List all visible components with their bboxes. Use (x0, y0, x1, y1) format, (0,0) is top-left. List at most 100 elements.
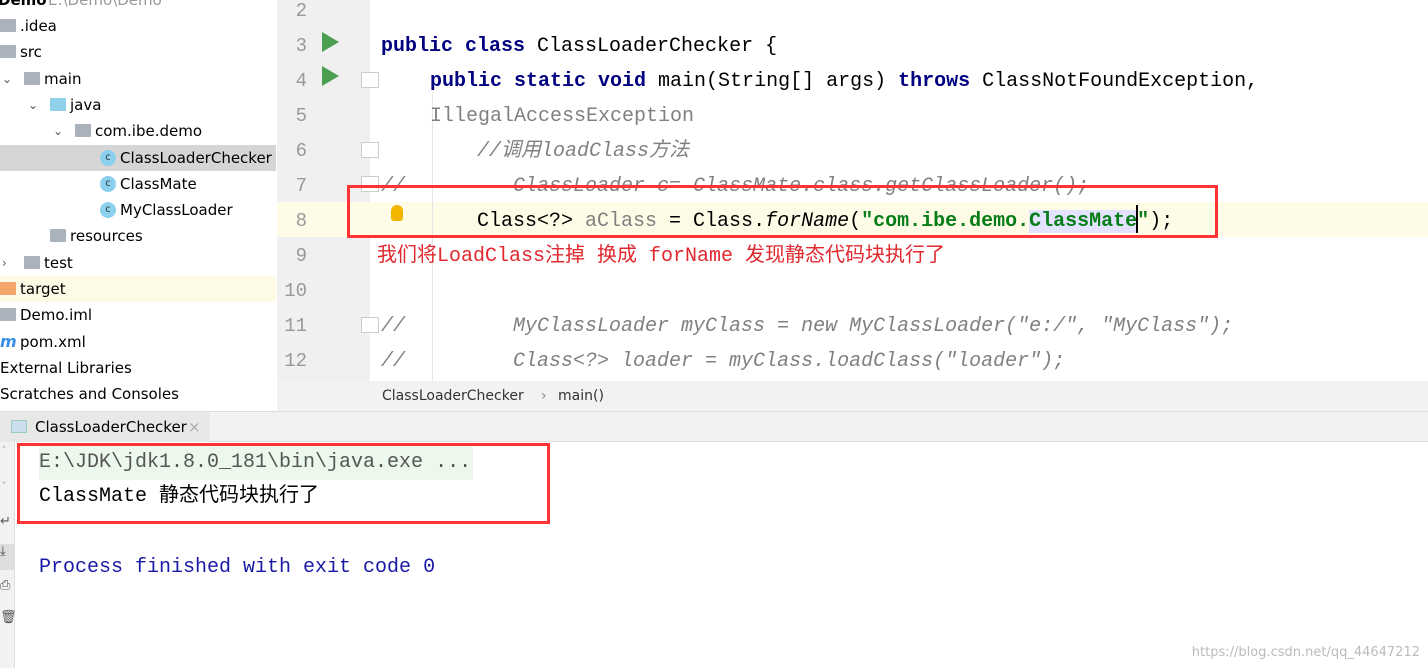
tree-item[interactable]: resources (0, 223, 276, 249)
console-toolbar: ˄ ˅ ↵ ⤓ ⎙ 🗑 (0, 442, 17, 668)
class-icon: c (100, 202, 116, 219)
line-number: 11 (284, 315, 307, 337)
tree-item[interactable]: Scratches and Consoles (0, 381, 276, 407)
down-icon[interactable]: ˅ (1, 480, 7, 493)
tree-item[interactable]: src (0, 39, 276, 65)
line-number: 12 (284, 350, 307, 372)
tree-item-label: ClassMate (120, 174, 197, 193)
chevron-down-icon[interactable]: ⌄ (28, 92, 38, 118)
code-line[interactable]: public class ClassLoaderChecker { (381, 29, 1424, 64)
code-token: main(String[] args) (658, 70, 899, 93)
tree-item-label: main (44, 69, 82, 88)
tree-item[interactable]: ⌄ main (0, 66, 276, 92)
folder-icon (0, 45, 16, 59)
breadcrumb-method[interactable]: main() (558, 381, 604, 411)
trash-icon[interactable]: 🗑 (0, 610, 17, 625)
tree-item-label: src (20, 43, 42, 62)
folder-icon (24, 255, 40, 269)
code-token: ClassNotFoundException, (982, 70, 1271, 93)
fold-icon[interactable] (361, 317, 379, 333)
class-letter: c (105, 151, 111, 163)
soft-wrap-icon[interactable]: ↵ (0, 514, 11, 529)
tree-item-label: ClassLoaderChecker (120, 148, 272, 167)
fold-icon[interactable] (361, 142, 379, 158)
chevron-down-icon[interactable]: ⌄ (2, 66, 12, 92)
tree-item-label: resources (70, 227, 143, 246)
line-number: 4 (295, 70, 307, 92)
maven-icon: m (0, 331, 17, 351)
tree-item[interactable]: m pom.xml (0, 329, 276, 355)
tree-item[interactable]: ⌄ java (0, 92, 276, 118)
tree-root[interactable]: Demo E:\Demo\Demo (0, 0, 276, 13)
line-number: 10 (284, 280, 307, 302)
breadcrumb-separator: › (541, 388, 547, 404)
code-line[interactable]: // Class<?> loader = myClass.loadClass("… (381, 344, 1424, 379)
print-icon[interactable]: ⎙ (0, 578, 10, 593)
watermark: https://blog.csdn.net/qq_44647212 (1191, 645, 1420, 660)
scroll-to-end-icon[interactable]: ⤓ (0, 544, 14, 570)
code-token: public static void (430, 70, 659, 93)
chevron-down-icon[interactable]: ⌄ (53, 118, 63, 144)
run-tab-label: ClassLoaderChecker (35, 418, 187, 436)
tree-item-label: java (70, 95, 102, 114)
code-line[interactable]: public static void main(String[] args) t… (430, 64, 1424, 134)
run-main-icon[interactable] (322, 66, 339, 86)
close-icon[interactable]: × (188, 412, 201, 442)
tree-item[interactable]: ⌄ com.ibe.demo (0, 118, 276, 144)
breadcrumb-class[interactable]: ClassLoaderChecker (382, 381, 524, 411)
line-number: 3 (295, 35, 307, 57)
console-exit-line: Process finished with exit code 0 (39, 556, 436, 579)
tree-item[interactable]: .idea (0, 13, 276, 39)
run-tab[interactable]: ClassLoaderChecker × (0, 412, 210, 442)
line-number: 2 (295, 0, 307, 22)
resources-folder-icon (50, 229, 66, 243)
code-token: public class (381, 35, 538, 58)
folder-icon (0, 19, 16, 32)
chevron-right-icon[interactable]: › (2, 250, 7, 276)
folder-icon (24, 71, 40, 85)
root-path: E:\Demo\Demo (48, 0, 162, 9)
annotation-box (347, 185, 1218, 238)
tree-item-label: pom.xml (20, 332, 86, 351)
annotation-box (17, 443, 550, 524)
breadcrumb: ClassLoaderChecker › main() (277, 381, 1428, 411)
line-number: 6 (295, 140, 307, 162)
tree-item[interactable]: c ClassLoaderChecker (0, 144, 276, 171)
module-file-icon (0, 308, 16, 322)
tree-item-label: Scratches and Consoles (0, 385, 179, 404)
code-line[interactable]: 我们将LoadClass注掉 换成 forName 发现静态代码块执行了 (377, 239, 1424, 274)
class-icon: c (100, 175, 116, 192)
line-number: 7 (295, 175, 307, 197)
class-letter: c (105, 204, 111, 216)
code-token: // MyClassLoader myClass = new MyClassLo… (381, 315, 1234, 338)
tree-item-label: MyClassLoader (120, 201, 233, 220)
project-tree: Demo E:\Demo\Demo .idea src ⌄ main ⌄ java ⌄ com… (0, 0, 276, 410)
run-class-icon[interactable] (322, 32, 339, 52)
class-icon: c (100, 149, 116, 166)
tree-item-label: com.ibe.demo (95, 122, 203, 141)
console-icon (11, 420, 27, 433)
up-icon[interactable]: ˄ (1, 444, 7, 457)
code-token: // Class<?> loader = myClass.loadClass("… (381, 350, 1066, 373)
code-line[interactable]: //调用loadClass方法 (477, 134, 1424, 169)
tree-item[interactable]: c ClassMate (0, 171, 276, 197)
line-number: 8 (295, 210, 307, 232)
run-tabbar: ClassLoaderChecker × (0, 411, 1428, 442)
code-line[interactable]: // MyClassLoader myClass = new MyClassLo… (381, 309, 1424, 344)
fold-icon[interactable] (361, 72, 379, 88)
class-letter: c (105, 177, 111, 189)
tree-item[interactable]: target (0, 276, 276, 302)
code-token: //调用loadClass方法 (477, 140, 690, 163)
tree-item[interactable]: c MyClassLoader (0, 197, 276, 223)
tree-item[interactable]: External Libraries (0, 355, 276, 381)
tree-item-label: .idea (20, 17, 57, 35)
package-icon (75, 124, 91, 138)
code-token: throws (898, 70, 983, 93)
tree-item-label: External Libraries (0, 358, 132, 377)
line-number: 5 (295, 105, 307, 127)
code-token: IllegalAccessException (430, 105, 695, 128)
tree-item[interactable]: Demo.iml (0, 302, 276, 328)
root-name: Demo (0, 0, 47, 9)
tree-item[interactable]: › test (0, 250, 276, 276)
excluded-folder-icon (0, 282, 16, 295)
